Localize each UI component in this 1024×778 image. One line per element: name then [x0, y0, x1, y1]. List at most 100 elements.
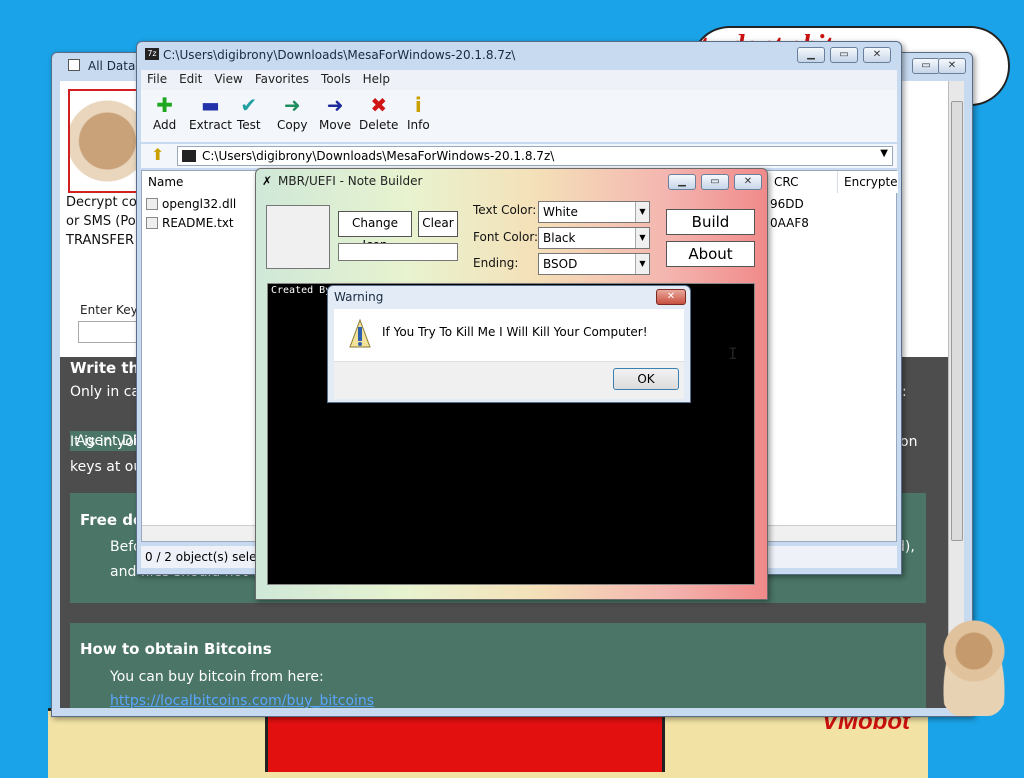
- delete-label: Delete: [359, 118, 399, 132]
- warning-dialog[interactable]: Warning ✕ If You Try To Kill Me I Will K…: [327, 285, 691, 403]
- ransom-right-text: ou: [904, 335, 924, 351]
- dialog-footer: OK: [334, 361, 684, 399]
- chevron-down-icon: ▼: [635, 254, 649, 274]
- font-color-select[interactable]: Black ▼: [538, 227, 650, 249]
- column-crc[interactable]: CRC: [768, 171, 838, 193]
- file-crc: 96DD: [770, 197, 804, 211]
- ending-select[interactable]: BSOD ▼: [538, 253, 650, 275]
- free-heading: Free de: [80, 511, 144, 529]
- text-color-label: Text Color:: [473, 203, 537, 217]
- hamster-image: [68, 89, 140, 193]
- menu-edit[interactable]: Edit: [173, 70, 208, 88]
- test-button[interactable]: ✔ Test: [237, 94, 261, 132]
- maximize-button[interactable]: ▭: [830, 47, 858, 63]
- info-icon: i: [414, 93, 422, 117]
- file-name: README.txt: [162, 216, 234, 230]
- list-item[interactable]: opengl32.dll: [146, 197, 236, 211]
- address-input[interactable]: C:\Users\digibrony\Downloads\MesaForWind…: [177, 146, 893, 166]
- extract-button[interactable]: ▬ Extract: [189, 94, 232, 132]
- test-label: Test: [237, 118, 261, 132]
- extract-label: Extract: [189, 118, 232, 132]
- is-in-line: It is in you: [70, 434, 143, 450]
- menu-bar: File Edit View Favorites Tools Help: [141, 70, 897, 90]
- copy-button[interactable]: ➜ Copy: [277, 94, 307, 132]
- menu-file[interactable]: File: [141, 70, 173, 88]
- warning-message: If You Try To Kill Me I Will Kill Your C…: [382, 325, 648, 339]
- close-button[interactable]: ✕: [863, 47, 891, 63]
- menu-favorites[interactable]: Favorites: [249, 70, 315, 88]
- scrollbar-thumb[interactable]: [951, 101, 963, 541]
- bitcoin-link[interactable]: https://localbitcoins.com/buy_bitcoins: [110, 693, 374, 708]
- menu-help[interactable]: Help: [357, 70, 396, 88]
- note-builder-app-icon: ✗: [262, 174, 273, 188]
- ending-value: BSOD: [543, 257, 578, 271]
- clear-button[interactable]: Clear: [418, 211, 458, 237]
- about-button[interactable]: About: [666, 241, 755, 267]
- move-arrow-icon: ➜: [326, 93, 344, 117]
- close-button[interactable]: ✕: [938, 58, 966, 74]
- only-line-end: :: [902, 384, 907, 400]
- dialog-title: Warning: [334, 290, 384, 304]
- warning-program-icon: [348, 318, 372, 349]
- move-button[interactable]: ➜ Move: [319, 94, 351, 132]
- only-line: Only in ca: [70, 384, 141, 400]
- up-folder-icon[interactable]: ⬆: [151, 146, 169, 164]
- file-icon: [146, 198, 158, 210]
- copy-label: Copy: [277, 118, 308, 132]
- archive-icon: [182, 150, 196, 162]
- key-input[interactable]: [78, 321, 138, 343]
- close-button[interactable]: ✕: [656, 289, 686, 305]
- wallpaper-character-shirt: [265, 712, 665, 772]
- toolbar: ✚ Add ▬ Extract ✔ Test ➜ Copy ➜ Move ✖ Delete …: [141, 90, 897, 142]
- window-title: MBR/UEFI - Note Builder: [278, 174, 423, 188]
- is-in-line-end: on: [900, 434, 918, 450]
- check-icon: ✔: [240, 93, 258, 117]
- minimize-button[interactable]: ▁: [668, 174, 696, 190]
- delete-button[interactable]: ✖ Delete: [359, 94, 398, 132]
- address-text: C:\Users\digibrony\Downloads\MesaForWind…: [202, 149, 555, 163]
- chevron-down-icon: ▼: [635, 202, 649, 222]
- warning-content: If You Try To Kill Me I Will Kill Your C…: [334, 309, 684, 361]
- font-color-label: Font Color:: [473, 230, 539, 244]
- text-color-value: White: [543, 205, 578, 219]
- icon-path-input[interactable]: [338, 243, 458, 261]
- write-heading: Write thi: [70, 359, 145, 377]
- info-button[interactable]: i Info: [407, 94, 430, 132]
- minimize-button[interactable]: ▁: [797, 47, 825, 63]
- 7zip-app-icon: 7z: [145, 48, 159, 60]
- ending-label: Ending:: [473, 256, 519, 270]
- maximize-button[interactable]: ▭: [912, 58, 940, 74]
- add-button[interactable]: ✚ Add: [153, 94, 176, 132]
- plus-icon: ✚: [156, 93, 173, 117]
- 7zip-titlebar[interactable]: 7z C:\Users\digibrony\Downloads\MesaForW…: [137, 42, 901, 68]
- copy-arrow-icon: ➜: [283, 93, 301, 117]
- ransom-line-1: Decrypt cos: [66, 195, 144, 210]
- menu-view[interactable]: View: [208, 70, 248, 88]
- text-color-select[interactable]: White ▼: [538, 201, 650, 223]
- move-label: Move: [319, 118, 352, 132]
- app-icon: [68, 59, 80, 71]
- vertical-scrollbar[interactable]: [948, 81, 964, 708]
- hamster-mascot: [940, 616, 1008, 716]
- change-icon-button[interactable]: Change Icon: [338, 211, 412, 252]
- file-icon: [146, 217, 158, 229]
- console-text: Created By: [271, 285, 332, 296]
- delete-x-icon: ✖: [370, 93, 388, 117]
- ok-button[interactable]: OK: [613, 368, 679, 390]
- list-item[interactable]: README.txt: [146, 216, 234, 230]
- maximize-button[interactable]: ▭: [701, 174, 729, 190]
- file-crc: 0AAF8: [770, 216, 809, 230]
- key-label: Enter Key: [80, 303, 138, 317]
- column-encrypted[interactable]: Encrypte: [838, 171, 898, 193]
- address-bar: ⬆ C:\Users\digibrony\Downloads\MesaForWi…: [141, 144, 897, 168]
- ransom-line-3: TRANSFER: [66, 233, 135, 248]
- chevron-down-icon: ▼: [635, 228, 649, 248]
- font-color-value: Black: [543, 231, 576, 245]
- ransom-line-2: or SMS (Po: [66, 214, 136, 229]
- chevron-down-icon[interactable]: ▼: [880, 148, 888, 159]
- text-cursor-icon: I: [728, 344, 738, 363]
- obtain-paragraph: You can buy bitcoin from here:: [110, 669, 324, 685]
- menu-tools[interactable]: Tools: [315, 70, 357, 88]
- build-button[interactable]: Build: [666, 209, 755, 235]
- close-button[interactable]: ✕: [734, 174, 762, 190]
